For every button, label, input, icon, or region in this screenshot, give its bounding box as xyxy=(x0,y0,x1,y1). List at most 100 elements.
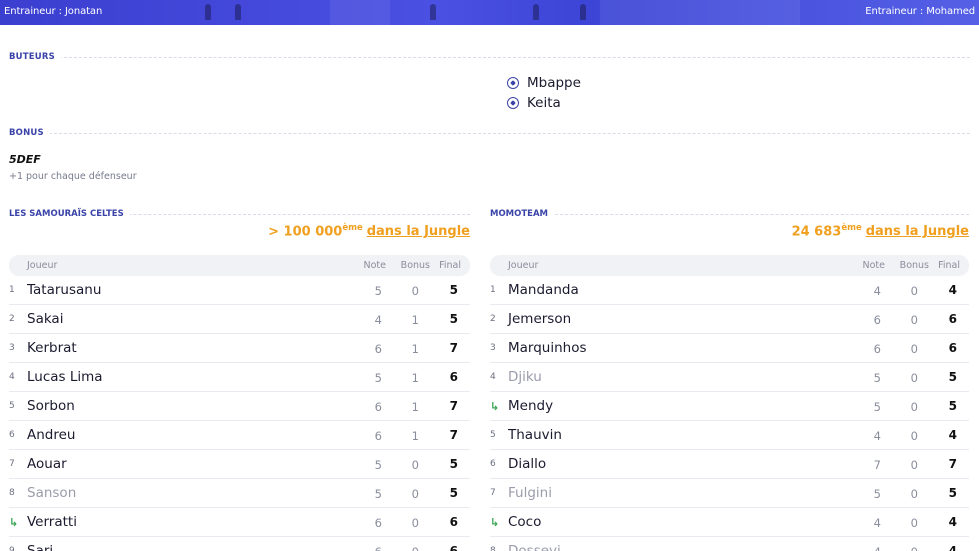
player-note: 4 xyxy=(873,429,881,443)
substitution-icon: ↳ xyxy=(490,400,500,413)
soccer-ball-icon xyxy=(507,97,519,109)
player-row[interactable]: ↳ Coco 4 0 4 xyxy=(490,508,969,537)
player-bonus: 0 xyxy=(411,487,419,501)
player-final: 6 xyxy=(449,544,458,551)
divider xyxy=(490,214,969,215)
player-row[interactable]: 7 Fulgini 5 0 5 xyxy=(490,479,969,508)
player-note: 5 xyxy=(374,458,382,472)
table-header: Joueur Note Bonus Final xyxy=(9,255,470,276)
player-final: 4 xyxy=(948,283,957,297)
player-name[interactable]: Diallo xyxy=(508,456,546,472)
player-note: 5 xyxy=(873,400,881,414)
player-name[interactable]: Dossevi xyxy=(508,543,561,551)
player-bonus: 0 xyxy=(910,516,918,530)
player-bonus: 1 xyxy=(411,342,419,356)
player-bonus: 0 xyxy=(411,284,419,298)
scorers-list: Mbappe Keita xyxy=(507,73,581,113)
player-name[interactable]: Thauvin xyxy=(508,427,562,443)
player-row[interactable]: 5 Sorbon 6 1 7 xyxy=(9,392,470,421)
header-player: Joueur xyxy=(508,260,539,271)
player-note: 6 xyxy=(374,429,382,443)
player-bonus: 0 xyxy=(911,545,918,551)
player-name[interactable]: Sari xyxy=(27,543,53,551)
player-list: 1 Tatarusanu 5 0 5 2 Sakai 4 1 5 3 Kerbrat 6 1 7 4 Lucas… xyxy=(9,276,470,551)
player-final: 4 xyxy=(948,515,957,529)
player-row[interactable]: 5 Thauvin 4 0 4 xyxy=(490,421,969,450)
player-number: 2 xyxy=(490,314,496,324)
player-row[interactable]: 8 Dossevi 4 0 4 xyxy=(490,537,969,551)
player-row[interactable]: 4 Lucas Lima 5 1 6 xyxy=(9,363,470,392)
scorer-name: Keita xyxy=(527,95,561,111)
rank-value: 24 683 xyxy=(791,224,842,240)
bonus-section-header: BONUS xyxy=(9,128,970,140)
player-final: 5 xyxy=(449,486,458,500)
player-note: 6 xyxy=(374,342,382,356)
player-bonus: 0 xyxy=(910,342,918,356)
player-name[interactable]: Verratti xyxy=(27,514,77,530)
divider xyxy=(9,133,970,134)
player-row[interactable]: 3 Marquinhos 6 0 6 xyxy=(490,334,969,363)
player-name[interactable]: Lucas Lima xyxy=(27,369,103,385)
player-row[interactable]: 1 Tatarusanu 5 0 5 xyxy=(9,276,470,305)
player-row[interactable]: 3 Kerbrat 6 1 7 xyxy=(9,334,470,363)
player-name[interactable]: Sorbon xyxy=(27,398,75,414)
player-row[interactable]: 9 Sari 6 0 6 xyxy=(9,537,470,551)
player-number: 6 xyxy=(490,459,496,469)
rank-suffix: ème xyxy=(342,223,363,233)
player-row[interactable]: 8 Sanson 5 0 5 xyxy=(9,479,470,508)
player-row[interactable]: ↳ Mendy 5 0 5 xyxy=(490,392,969,421)
player-note: 6 xyxy=(374,516,382,530)
player-final: 4 xyxy=(948,428,957,442)
player-row[interactable]: 2 Sakai 4 1 5 xyxy=(9,305,470,334)
player-number: 3 xyxy=(490,343,496,353)
coach-right: Entraineur : Mohamed xyxy=(865,6,975,17)
player-number: 1 xyxy=(9,285,15,295)
team-ranking: > 100 000ème dans la Jungle xyxy=(268,223,470,239)
player-name[interactable]: Djiku xyxy=(508,369,542,385)
team-title: MOMOTEAM xyxy=(490,209,969,221)
rank-value: > 100 000 xyxy=(268,224,343,240)
team-title: LES SAMOURAÏS CELTES xyxy=(9,209,470,221)
player-name[interactable]: Sakai xyxy=(27,311,63,327)
team-ranking: 24 683ème dans la Jungle xyxy=(792,223,969,239)
player-name[interactable]: Sanson xyxy=(27,485,76,501)
header-player: Joueur xyxy=(27,260,58,271)
player-row[interactable]: 7 Aouar 5 0 5 xyxy=(9,450,470,479)
table-header: Joueur Note Bonus Final xyxy=(490,255,969,276)
player-row[interactable]: 6 Andreu 6 1 7 xyxy=(9,421,470,450)
player-name[interactable]: Fulgini xyxy=(508,485,552,501)
scorer-item: Keita xyxy=(507,93,581,113)
player-bonus: 0 xyxy=(910,400,918,414)
player-final: 4 xyxy=(948,544,957,551)
jungle-ranking-link[interactable]: dans la Jungle xyxy=(367,224,470,239)
player-name[interactable]: Jemerson xyxy=(508,311,571,327)
player-row[interactable]: ↳ Verratti 6 0 6 xyxy=(9,508,470,537)
player-name[interactable]: Mandanda xyxy=(508,282,579,298)
bonus-description: +1 pour chaque défenseur xyxy=(9,171,137,182)
coach-left: Entraineur : Jonatan xyxy=(4,6,103,17)
player-number: 6 xyxy=(9,430,15,440)
player-row[interactable]: 6 Diallo 7 0 7 xyxy=(490,450,969,479)
player-name[interactable]: Kerbrat xyxy=(27,340,77,356)
player-name[interactable]: Andreu xyxy=(27,427,75,443)
player-bonus: 0 xyxy=(910,313,918,327)
player-row[interactable]: 2 Jemerson 6 0 6 xyxy=(490,305,969,334)
player-bonus: 0 xyxy=(910,284,918,298)
player-name[interactable]: Coco xyxy=(508,514,541,530)
player-note: 4 xyxy=(873,284,881,298)
player-number: 8 xyxy=(490,546,496,551)
bonus-label: BONUS xyxy=(9,128,50,138)
player-name[interactable]: Mendy xyxy=(508,398,553,414)
player-bonus: 1 xyxy=(411,371,419,385)
player-name[interactable]: Tatarusanu xyxy=(27,282,101,298)
substitution-icon: ↳ xyxy=(490,516,500,529)
jungle-ranking-link[interactable]: dans la Jungle xyxy=(866,224,969,239)
player-final: 7 xyxy=(449,341,458,355)
player-number: 2 xyxy=(9,314,15,324)
player-name[interactable]: Marquinhos xyxy=(508,340,587,356)
player-row[interactable]: 4 Djiku 5 0 5 xyxy=(490,363,969,392)
player-note: 6 xyxy=(375,545,382,551)
player-name[interactable]: Aouar xyxy=(27,456,67,472)
player-row[interactable]: 1 Mandanda 4 0 4 xyxy=(490,276,969,305)
divider xyxy=(9,57,970,58)
